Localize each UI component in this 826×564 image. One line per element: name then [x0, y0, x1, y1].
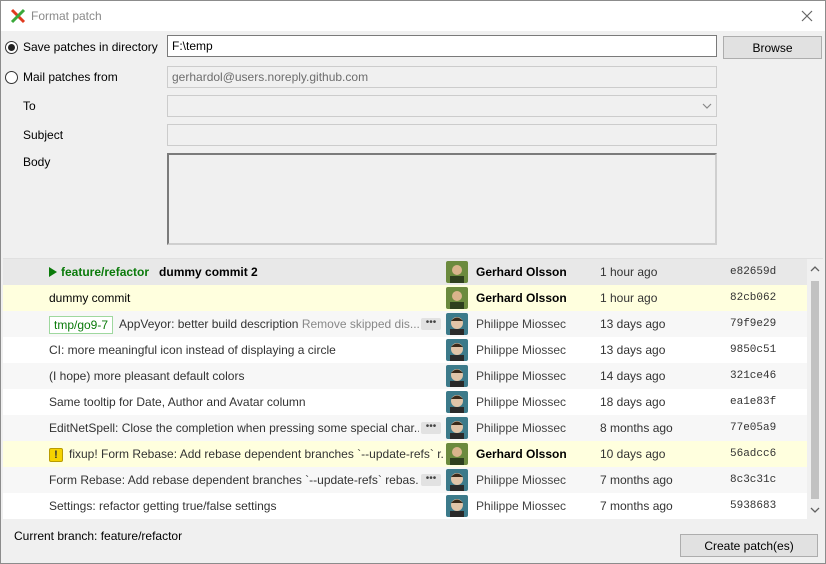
format-patch-window: Format patch Save patches in directory F…	[0, 0, 826, 564]
date-cell: 1 hour ago	[600, 291, 658, 305]
scroll-thumb[interactable]	[811, 281, 819, 499]
avatar	[446, 495, 468, 517]
commit-message: fixup! Form Rebase: Add rebase dependent…	[69, 447, 443, 461]
commit-message-cell: ! fixup! Form Rebase: Add rebase dependen…	[49, 441, 443, 467]
more-button[interactable]: •••	[421, 474, 441, 486]
commit-row[interactable]: feature/refactor dummy commit 2 Gerhard …	[3, 259, 807, 285]
commit-message: CI: more meaningful icon instead of disp…	[49, 343, 336, 357]
date-cell: 7 months ago	[600, 473, 673, 487]
title-bar: Format patch	[1, 1, 825, 31]
commit-row[interactable]: tmp/go9-7 AppVeyor: better build descript…	[3, 311, 807, 337]
date-cell: 1 hour ago	[600, 265, 658, 279]
branch-label: feature/refactor	[49, 264, 153, 282]
commit-row[interactable]: Settings: refactor getting true/false se…	[3, 493, 807, 519]
author-cell: Gerhard Olsson	[476, 447, 567, 461]
commit-message: dummy commit	[49, 291, 131, 305]
author-cell: Gerhard Olsson	[476, 265, 567, 279]
subject-input[interactable]	[167, 124, 717, 146]
commit-message: dummy commit 2	[159, 265, 258, 279]
commit-row[interactable]: dummy commit Gerhard Olsson 1 hour ago 8…	[3, 285, 807, 311]
browse-button[interactable]: Browse	[723, 36, 822, 59]
avatar	[446, 469, 468, 491]
sha-cell: 5938683	[730, 500, 777, 512]
avatar	[446, 313, 468, 335]
sha-cell: 77e05a9	[730, 422, 777, 434]
author-cell: Philippe Miossec	[476, 343, 567, 357]
avatar	[446, 261, 468, 283]
commit-grid[interactable]: feature/refactor dummy commit 2 Gerhard …	[3, 258, 823, 519]
gitextensions-icon	[10, 8, 26, 24]
warning-icon: !	[49, 447, 63, 462]
commit-row[interactable]: EditNetSpell: Close the completion when …	[3, 415, 807, 441]
commit-message-extra: Remove skipped dis...	[301, 317, 419, 331]
date-cell: 13 days ago	[600, 317, 666, 331]
sha-cell: 8c3c31c	[730, 474, 777, 486]
body-textarea[interactable]	[167, 153, 717, 245]
commit-row[interactable]: CI: more meaningful icon instead of disp…	[3, 337, 807, 363]
branch-label: tmp/go9-7	[49, 315, 114, 334]
sha-cell: 56adcc6	[730, 448, 777, 460]
avatar	[446, 417, 468, 439]
commit-message-cell: feature/refactor dummy commit 2	[49, 259, 443, 285]
commit-message: Settings: refactor getting true/false se…	[49, 499, 277, 513]
close-button[interactable]	[795, 5, 819, 27]
date-cell: 7 months ago	[600, 499, 673, 513]
more-button[interactable]: •••	[421, 318, 441, 330]
sha-cell: 82cb062	[730, 292, 777, 304]
sha-cell: 321ce46	[730, 370, 777, 382]
sha-cell: 9850c51	[730, 344, 777, 356]
sha-cell: ea1e83f	[730, 396, 777, 408]
directory-input[interactable]: F:\temp	[167, 35, 717, 57]
commit-message-cell: tmp/go9-7 AppVeyor: better build descript…	[49, 311, 419, 337]
save-option-radio[interactable]	[5, 41, 18, 54]
to-label: To	[23, 99, 36, 113]
commit-row[interactable]: Form Rebase: Add rebase dependent branch…	[3, 467, 807, 493]
date-cell: 13 days ago	[600, 343, 666, 357]
commit-message: Same tooltip for Date, Author and Avatar…	[49, 395, 306, 409]
create-patch-button[interactable]: Create patch(es)	[680, 534, 818, 557]
author-cell: Philippe Miossec	[476, 395, 567, 409]
date-cell: 18 days ago	[600, 395, 666, 409]
save-option-label[interactable]: Save patches in directory	[23, 40, 158, 54]
date-cell: 14 days ago	[600, 369, 666, 383]
branch-name: feature/refactor	[61, 264, 150, 279]
avatar	[446, 339, 468, 361]
sha-cell: e82659d	[730, 266, 777, 278]
play-icon	[49, 266, 57, 277]
more-button[interactable]: •••	[421, 422, 441, 434]
commit-row[interactable]: Same tooltip for Date, Author and Avatar…	[3, 389, 807, 415]
body-label: Body	[23, 155, 51, 169]
author-cell: Philippe Miossec	[476, 499, 567, 513]
subject-label: Subject	[23, 128, 64, 142]
mail-from-input[interactable]: gerhardol@users.noreply.github.com	[167, 66, 717, 88]
author-cell: Philippe Miossec	[476, 369, 567, 383]
author-cell: Philippe Miossec	[476, 421, 567, 435]
author-cell: Philippe Miossec	[476, 317, 567, 331]
avatar	[446, 391, 468, 413]
commit-message: AppVeyor: better build description	[119, 317, 299, 331]
chevron-down-icon	[702, 103, 712, 109]
commit-message: EditNetSpell: Close the completion when …	[49, 421, 419, 435]
commit-message: Form Rebase: Add rebase dependent branch…	[49, 473, 419, 487]
avatar	[446, 287, 468, 309]
date-cell: 8 months ago	[600, 421, 673, 435]
mail-option-label[interactable]: Mail patches from	[23, 70, 118, 84]
author-cell: Gerhard Olsson	[476, 291, 567, 305]
avatar	[446, 365, 468, 387]
current-branch-label: Current branch: feature/refactor	[14, 529, 183, 543]
avatar	[446, 443, 468, 465]
vertical-scrollbar[interactable]	[807, 259, 823, 519]
date-cell: 10 days ago	[600, 447, 666, 461]
commit-row[interactable]: ! fixup! Form Rebase: Add rebase dependen…	[3, 441, 807, 467]
close-icon	[801, 10, 813, 22]
mail-option-radio[interactable]	[5, 71, 18, 84]
sha-cell: 79f9e29	[730, 318, 777, 330]
window-title: Format patch	[31, 9, 102, 23]
author-cell: Philippe Miossec	[476, 473, 567, 487]
scroll-down-icon[interactable]	[807, 502, 823, 518]
commit-row[interactable]: (I hope) more pleasant default colors Ph…	[3, 363, 807, 389]
commit-message: (I hope) more pleasant default colors	[49, 369, 245, 383]
to-dropdown[interactable]	[167, 95, 717, 117]
scroll-up-icon[interactable]	[807, 261, 823, 277]
